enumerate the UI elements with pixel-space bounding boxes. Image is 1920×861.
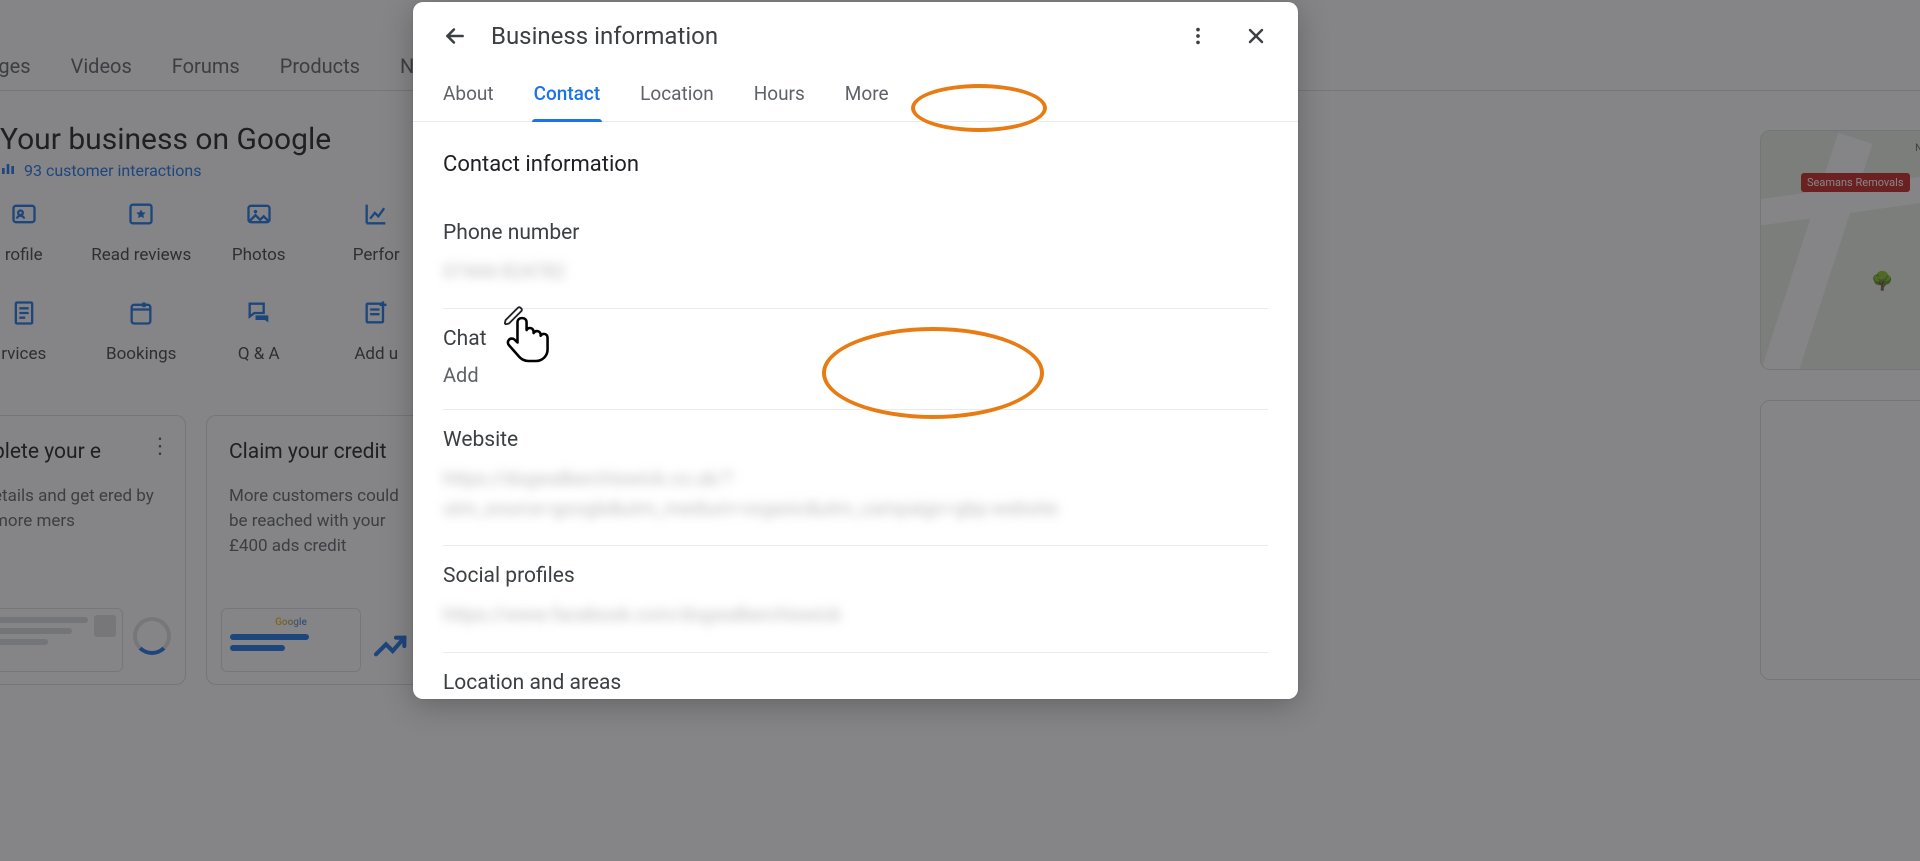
tile-label: rofile — [5, 245, 43, 265]
modal-header: Business information — [413, 2, 1298, 70]
tile-bookings[interactable]: Bookings — [88, 299, 196, 364]
field-chat[interactable]: Chat Add — [443, 309, 1268, 410]
website-value-redacted: https://dogwalkerchiswick.co.uk/?utm_sou… — [443, 464, 1268, 523]
add-chat-link[interactable]: Add — [443, 363, 1268, 387]
search-tab-images[interactable]: mages — [0, 54, 31, 78]
back-button[interactable] — [433, 14, 477, 58]
mini-preview: Google — [221, 608, 361, 672]
receipt-icon — [10, 299, 38, 334]
field-label: Chat — [443, 327, 1268, 351]
tab-about[interactable]: About — [443, 82, 494, 121]
modal-tabs: About Contact Location Hours More — [413, 70, 1298, 122]
action-tiles: rofile Read reviews Photos Perfor — [0, 200, 430, 364]
social-value-redacted: https://www.facebook.com/dogwalkerchiswi… — [443, 600, 1268, 629]
bar-chart-icon — [0, 160, 16, 180]
tab-more[interactable]: More — [845, 82, 889, 121]
customer-interactions-link[interactable]: 93 customer interactions — [0, 160, 202, 180]
cursor-pointer-icon — [503, 313, 555, 381]
arrow-left-icon — [442, 23, 468, 49]
field-label: Location and areas — [443, 671, 1268, 695]
chart-icon — [362, 200, 390, 235]
search-tab-products[interactable]: Products — [280, 54, 360, 78]
tile-label: Perfor — [353, 245, 400, 265]
close-button[interactable] — [1234, 14, 1278, 58]
tile-label: Photos — [232, 245, 286, 265]
tile-services[interactable]: rvices — [0, 299, 78, 364]
chat-bubbles-icon — [245, 299, 273, 334]
tile-label: Bookings — [106, 344, 176, 364]
tile-label: Read reviews — [91, 245, 191, 265]
search-result-tabs: mages Videos Forums Products News — [0, 54, 450, 78]
card-text: etails and get ered by more mers — [0, 484, 163, 533]
tile-photos[interactable]: Photos — [205, 200, 313, 265]
kebab-icon — [1187, 25, 1209, 47]
tile-reviews[interactable]: Read reviews — [88, 200, 196, 265]
field-social[interactable]: Social profiles https://www.facebook.com… — [443, 546, 1268, 652]
star-icon — [127, 200, 155, 235]
tree-icon: 🌳 — [1871, 271, 1893, 292]
field-location-areas[interactable]: Location and areas — [443, 653, 1268, 695]
mini-preview — [0, 608, 123, 672]
modal-title: Business information — [491, 22, 1162, 50]
tab-location[interactable]: Location — [640, 82, 714, 121]
tile-label: rvices — [1, 344, 46, 364]
card-title: plete your e — [0, 438, 163, 466]
road-label: Newgate Rd — [1915, 143, 1920, 154]
section-title-contact: Contact information — [443, 152, 1268, 177]
post-add-icon — [362, 299, 390, 334]
more-options-button[interactable] — [1176, 14, 1220, 58]
map-pin-label: Seamans Removals — [1801, 173, 1910, 192]
tile-qa[interactable]: Q & A — [205, 299, 313, 364]
id-card-icon — [10, 200, 38, 235]
interactions-count: 93 customer interactions — [24, 161, 202, 180]
business-information-modal: Business information About Contact Locat… — [413, 2, 1298, 699]
field-website[interactable]: Website https://dogwalkerchiswick.co.uk/… — [443, 410, 1268, 546]
page-title: Your business on Google — [0, 122, 331, 157]
tile-profile[interactable]: rofile — [0, 200, 78, 265]
field-label: Website — [443, 428, 1268, 452]
mini-map[interactable]: Newgate Rd Seamans Removals 🌳 — [1760, 130, 1920, 370]
trend-up-icon — [371, 626, 407, 662]
tab-contact[interactable]: Contact — [534, 82, 601, 121]
progress-ring-icon — [133, 617, 171, 655]
search-tab-videos[interactable]: Videos — [71, 54, 132, 78]
field-phone[interactable]: Phone number 07444 824782 — [443, 203, 1268, 309]
more-icon[interactable]: ⋮ — [149, 434, 171, 459]
close-icon — [1244, 24, 1268, 48]
field-label: Phone number — [443, 221, 1268, 245]
card-text: More customers could be reached with you… — [229, 484, 399, 558]
calendar-icon — [127, 299, 155, 334]
card-claim-credit[interactable]: Claim your credit More customers could b… — [206, 415, 422, 685]
modal-body[interactable]: Contact information Phone number 07444 8… — [413, 122, 1298, 699]
search-tab-forums[interactable]: Forums — [172, 54, 240, 78]
image-icon — [245, 200, 273, 235]
field-label: Social profiles — [443, 564, 1268, 588]
tile-label: Q & A — [238, 344, 280, 364]
card-complete-profile[interactable]: ⋮ plete your e etails and get ered by mo… — [0, 415, 186, 685]
card-title: Claim your credit — [229, 438, 399, 466]
right-card-placeholder — [1760, 400, 1920, 680]
tab-hours[interactable]: Hours — [754, 82, 805, 121]
google-logo-text: Google — [230, 617, 352, 628]
phone-value-redacted: 07444 824782 — [443, 257, 1268, 286]
tile-label: Add u — [354, 344, 398, 364]
